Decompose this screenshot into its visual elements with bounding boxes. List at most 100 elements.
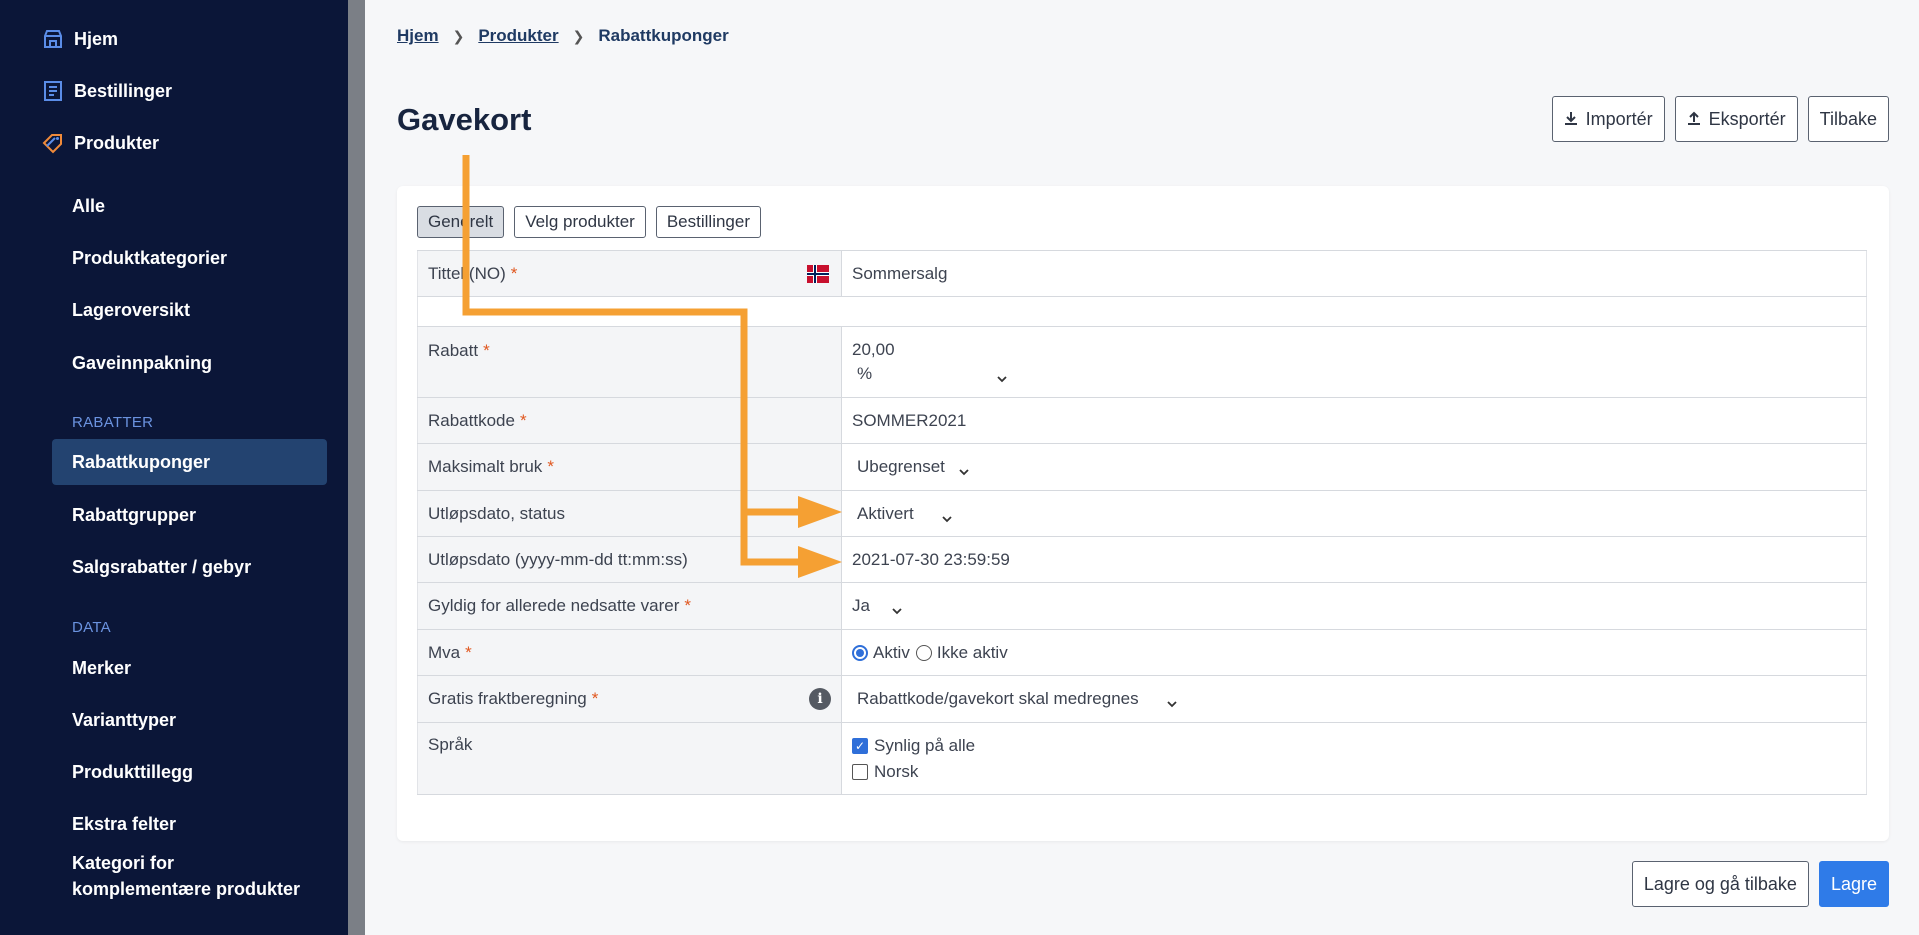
page-title: Gavekort bbox=[397, 102, 532, 137]
sidebar-item-products[interactable]: Produkter bbox=[42, 129, 159, 157]
chevron-right-icon: ❯ bbox=[452, 27, 465, 44]
tab-bar: Generelt Velg produkter Bestillinger bbox=[417, 206, 761, 238]
sidebar-item-variant-types[interactable]: Varianttyper bbox=[72, 707, 176, 733]
valid-discounted-select[interactable]: Ja bbox=[852, 596, 902, 616]
free-shipping-value: Rabattkode/gavekort skal medregnes bbox=[857, 689, 1139, 708]
import-button-label: Importér bbox=[1585, 108, 1653, 129]
valid-discounted-cell: Ja bbox=[842, 583, 1867, 629]
required-mark: * bbox=[465, 642, 472, 662]
vat-inactive-radio[interactable] bbox=[915, 644, 932, 661]
breadcrumb-home-link[interactable]: Hjem bbox=[397, 26, 439, 46]
form-row-expiry-date: Utløpsdato (yyyy-mm-dd tt:mm:ss) 2021-07… bbox=[417, 537, 1867, 583]
orders-icon bbox=[42, 80, 64, 102]
sidebar-item-product-addons[interactable]: Produkttillegg bbox=[72, 759, 193, 785]
field-label: Rabatt * bbox=[417, 327, 842, 397]
valid-discounted-label: Gyldig for allerede nedsatte varer bbox=[428, 596, 680, 615]
form-row-spacer bbox=[417, 297, 1867, 327]
chevron-down-icon bbox=[892, 601, 902, 615]
sidebar-item-brands[interactable]: Merker bbox=[72, 655, 131, 681]
discount-value-group: 20,00 % bbox=[842, 327, 1867, 397]
vat-active-radio[interactable] bbox=[852, 644, 868, 661]
form-row-code: Rabattkode * SOMMER2021 bbox=[417, 398, 1867, 444]
max-use-label: Maksimalt bruk bbox=[428, 457, 543, 476]
sidebar-item-stock-overview[interactable]: Lageroversikt bbox=[72, 297, 190, 323]
sidebar-item-label: Kategori for bbox=[72, 853, 175, 873]
expiry-date-input[interactable]: 2021-07-30 23:59:59 bbox=[842, 537, 1867, 582]
sidebar-item-label: Hjem bbox=[74, 28, 119, 49]
sidebar-scrollbar[interactable] bbox=[348, 0, 365, 935]
vat-inactive-option[interactable]: Ikke aktiv bbox=[915, 643, 1008, 663]
sidebar-item-product-categories[interactable]: Produktkategorier bbox=[72, 245, 227, 271]
sidebar-item-home[interactable]: Hjem bbox=[42, 25, 118, 53]
sidebar-item-discount-coupons[interactable]: Rabattkuponger bbox=[52, 439, 327, 485]
language-norsk-option[interactable]: Norsk bbox=[852, 762, 918, 782]
spacer bbox=[417, 297, 1867, 326]
field-label: Utløpsdato, status bbox=[417, 491, 842, 536]
title-input[interactable]: Sommersalg bbox=[842, 251, 1867, 296]
language-all-checkbox[interactable]: ✓ bbox=[852, 737, 868, 754]
field-label: Gratis fraktberegning * i bbox=[417, 676, 842, 722]
save-and-back-button[interactable]: Lagre og gå tilbake bbox=[1631, 861, 1809, 907]
sidebar-item-gift-wrapping[interactable]: Gaveinnpakning bbox=[72, 350, 212, 376]
field-label: Språk bbox=[417, 723, 842, 794]
chevron-down-icon bbox=[942, 509, 952, 522]
sidebar: Hjem Bestillinger Produkter Alle Produkt… bbox=[0, 0, 348, 935]
required-mark: * bbox=[547, 457, 554, 476]
title-label: Tittel (NO) bbox=[428, 263, 506, 283]
language-norsk-label: Norsk bbox=[874, 761, 919, 781]
sidebar-item-discount-groups[interactable]: Rabattgrupper bbox=[72, 502, 196, 528]
breadcrumb-current: Rabattkuponger bbox=[598, 26, 729, 45]
sidebar-item-orders[interactable]: Bestillinger bbox=[42, 77, 172, 105]
vat-radio-group: Aktiv Ikke aktiv bbox=[842, 630, 1867, 675]
required-mark: * bbox=[684, 596, 691, 615]
valid-discounted-value: Ja bbox=[852, 596, 870, 615]
sidebar-item-label: Bestillinger bbox=[74, 80, 173, 101]
chevron-right-icon: ❯ bbox=[572, 27, 585, 44]
max-use-value: Ubegrenset bbox=[857, 457, 945, 476]
export-button-label: Eksportér bbox=[1708, 108, 1786, 129]
expiry-date-label: Utløpsdato (yyyy-mm-dd tt:mm:ss) bbox=[428, 549, 688, 569]
field-label: Gyldig for allerede nedsatte varer * bbox=[417, 583, 842, 629]
save-button[interactable]: Lagre bbox=[1818, 861, 1889, 907]
max-use-cell: Ubegrenset bbox=[842, 444, 1867, 490]
export-button[interactable]: Eksportér bbox=[1674, 96, 1798, 142]
language-label: Språk bbox=[428, 735, 473, 754]
discount-unit-select[interactable]: % bbox=[852, 364, 1007, 384]
vat-active-option[interactable]: Aktiv bbox=[852, 643, 910, 663]
language-all-option[interactable]: ✓ Synlig på alle bbox=[852, 736, 975, 756]
expiry-status-select[interactable]: Aktivert bbox=[852, 504, 952, 524]
store-icon bbox=[42, 28, 64, 50]
free-shipping-select[interactable]: Rabattkode/gavekort skal medregnes bbox=[852, 689, 1177, 709]
breadcrumb-products-link[interactable]: Produkter bbox=[478, 26, 558, 46]
sidebar-item-all[interactable]: Alle bbox=[72, 193, 105, 219]
field-label: Rabattkode * bbox=[417, 398, 842, 443]
chevron-down-icon bbox=[1166, 694, 1177, 708]
coupon-form-card: Generelt Velg produkter Bestillinger Tit… bbox=[397, 186, 1889, 841]
import-button[interactable]: Importér bbox=[1551, 96, 1665, 142]
tab-orders[interactable]: Bestillinger bbox=[655, 206, 761, 238]
chevron-down-icon bbox=[959, 462, 969, 476]
discount-amount-input[interactable]: 20,00 bbox=[852, 340, 895, 360]
sidebar-item-label: Produkter bbox=[74, 132, 160, 153]
discount-label: Rabatt bbox=[428, 341, 479, 360]
max-use-select[interactable]: Ubegrenset bbox=[852, 457, 969, 477]
sidebar-item-sales-discounts[interactable]: Salgsrabatter / gebyr bbox=[72, 554, 251, 580]
sidebar-item-extra-fields[interactable]: Ekstra felter bbox=[72, 811, 176, 837]
free-shipping-cell: Rabattkode/gavekort skal medregnes bbox=[842, 676, 1867, 722]
language-norsk-checkbox[interactable] bbox=[852, 763, 868, 780]
chevron-down-icon bbox=[997, 369, 1007, 383]
tab-general[interactable]: Generelt bbox=[417, 206, 505, 238]
back-button[interactable]: Tilbake bbox=[1807, 96, 1889, 142]
info-icon[interactable]: i bbox=[809, 688, 831, 710]
free-shipping-label: Gratis fraktberegning bbox=[428, 689, 587, 708]
breadcrumb: Hjem ❯ Produkter ❯ Rabattkuponger bbox=[397, 26, 729, 46]
discount-unit-value: % bbox=[857, 364, 873, 383]
tag-icon bbox=[42, 132, 64, 154]
required-mark: * bbox=[510, 263, 518, 283]
sidebar-item-complementary-categories[interactable]: Kategori for komplementære produkter bbox=[72, 850, 300, 902]
form-row-title: Tittel (NO) * Sommersalg bbox=[417, 251, 1867, 297]
bottom-actions: Lagre og gå tilbake Lagre bbox=[1631, 861, 1889, 907]
tab-select-products[interactable]: Velg produkter bbox=[514, 206, 646, 238]
required-mark: * bbox=[483, 341, 490, 360]
code-input[interactable]: SOMMER2021 bbox=[842, 398, 1867, 443]
